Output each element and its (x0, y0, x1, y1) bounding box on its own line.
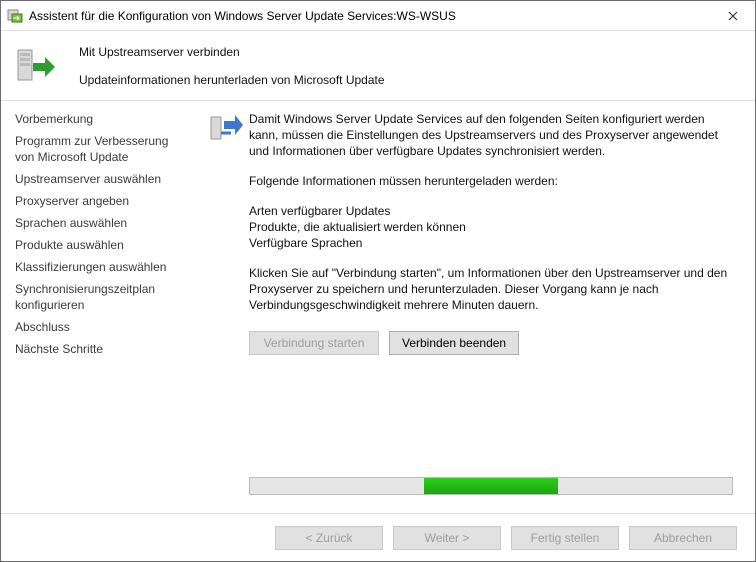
progress-chunk (424, 478, 559, 494)
nav-step[interactable]: Produkte auswählen (15, 237, 189, 253)
nav-step[interactable]: Upstreamserver auswählen (15, 171, 189, 187)
instruction-paragraph: Klicken Sie auf "Verbindung starten", um… (249, 265, 737, 313)
start-connection-button: Verbindung starten (249, 331, 379, 355)
list-item: Arten verfügbarer Updates (249, 203, 737, 219)
wizard-content: Damit Windows Server Update Services auf… (197, 101, 755, 513)
nav-step[interactable]: Synchronisierungszeitplan konfigurieren (15, 281, 189, 313)
wizard-header: Mit Upstreamserver verbinden Updateinfor… (1, 31, 755, 101)
connection-buttons: Verbindung starten Verbinden beenden (249, 331, 737, 355)
nav-step[interactable]: Proxyserver angeben (15, 193, 189, 209)
list-item: Produkte, die aktualisiert werden können (249, 219, 737, 235)
next-button: Weiter > (393, 526, 501, 550)
info-list: Arten verfügbarer Updates Produkte, die … (249, 203, 737, 251)
titlebar: Assistent für die Konfiguration von Wind… (1, 1, 755, 31)
wizard-footer: < Zurück Weiter > Fertig stellen Abbrech… (1, 513, 755, 561)
progress-bar (249, 477, 733, 495)
intro-paragraph: Damit Windows Server Update Services auf… (249, 111, 737, 159)
window-title: Assistent für die Konfiguration von Wind… (29, 9, 710, 23)
wizard-sidebar: Vorbemerkung Programm zur Verbesserung v… (1, 101, 197, 513)
nav-step[interactable]: Klassifizierungen auswählen (15, 259, 189, 275)
list-item: Verfügbare Sprachen (249, 235, 737, 251)
header-text: Mit Upstreamserver verbinden Updateinfor… (79, 45, 385, 87)
nav-step[interactable]: Sprachen auswählen (15, 215, 189, 231)
header-icon (15, 45, 57, 87)
close-button[interactable] (710, 1, 755, 30)
back-button: < Zurück (275, 526, 383, 550)
list-intro: Folgende Informationen müssen herunterge… (249, 173, 737, 189)
progress-area (249, 477, 733, 495)
app-icon (7, 8, 23, 24)
header-title: Mit Upstreamserver verbinden (79, 45, 385, 59)
content-text: Damit Windows Server Update Services auf… (249, 111, 737, 327)
wizard-body: Vorbemerkung Programm zur Verbesserung v… (1, 101, 755, 513)
cancel-button: Abbrechen (629, 526, 737, 550)
nav-step[interactable]: Nächste Schritte (15, 341, 189, 357)
nav-step[interactable]: Programm zur Verbesserung von Microsoft … (15, 133, 189, 165)
finish-button: Fertig stellen (511, 526, 619, 550)
stop-connection-button[interactable]: Verbinden beenden (389, 331, 519, 355)
header-subtitle: Updateinformationen herunterladen von Mi… (79, 73, 385, 87)
nav-step[interactable]: Vorbemerkung (15, 111, 189, 127)
content-icon (209, 111, 243, 145)
wizard-window: Assistent für die Konfiguration von Wind… (0, 0, 756, 562)
nav-step[interactable]: Abschluss (15, 319, 189, 335)
